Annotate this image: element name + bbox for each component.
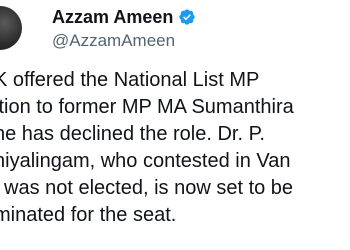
- tweet-header: Azzam Ameen @AzzamAmeen: [52, 6, 196, 51]
- user-handle[interactable]: @AzzamAmeen: [52, 31, 196, 51]
- tweet-text-line: he has declined the role. Dr. P.: [0, 123, 265, 145]
- tweet-card: Azzam Ameen @AzzamAmeen K offered the Na…: [0, 0, 350, 250]
- tweet-text: K offered the National List MP ition to …: [0, 67, 350, 229]
- tweet-text-line: hiyalingam, who contested in Van: [0, 150, 291, 172]
- tweet-text-line: ition to former MP MA Sumanthira: [0, 96, 294, 118]
- tweet-text-line: minated for the seat.: [0, 204, 177, 226]
- verified-badge-icon: [178, 8, 196, 26]
- tweet-text-line: l was not elected, is now set to be: [0, 177, 294, 199]
- display-name[interactable]: Azzam Ameen: [52, 7, 173, 28]
- tweet-text-line: K offered the National List MP: [0, 69, 260, 91]
- avatar[interactable]: [0, 6, 22, 50]
- name-row: Azzam Ameen: [52, 6, 196, 28]
